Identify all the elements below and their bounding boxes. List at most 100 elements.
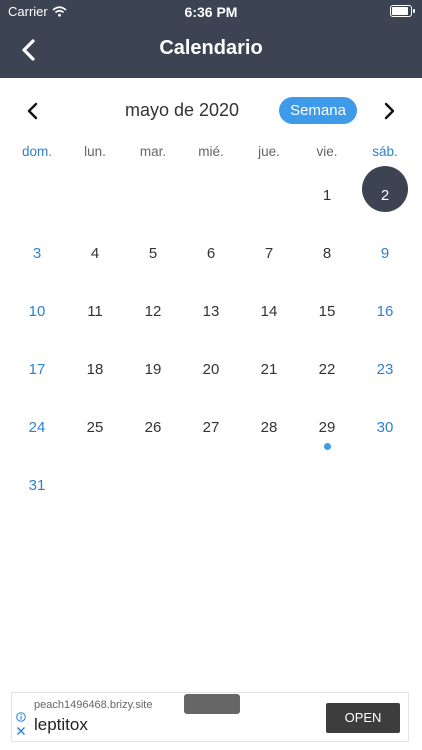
day-number: 30 — [376, 418, 394, 436]
day-number: 20 — [202, 360, 220, 378]
weekday-header: dom. lun. mar. mié. jue. vie. sáb. — [8, 144, 414, 159]
day-cell[interactable]: 23 — [356, 340, 414, 398]
empty-day-cell — [182, 166, 240, 224]
day-cell[interactable]: 25 — [66, 398, 124, 456]
empty-day-cell — [240, 166, 298, 224]
day-number: 22 — [318, 360, 336, 378]
next-month-icon[interactable] — [378, 100, 400, 122]
day-number: 2 — [380, 186, 390, 204]
day-number: 28 — [260, 418, 278, 436]
day-number: 21 — [260, 360, 278, 378]
prev-month-icon[interactable] — [22, 100, 44, 122]
weekday-label: sáb. — [372, 144, 398, 159]
day-cell[interactable]: 9 — [356, 224, 414, 282]
day-number: 26 — [144, 418, 162, 436]
day-cell[interactable]: 18 — [66, 340, 124, 398]
empty-day-cell — [66, 166, 124, 224]
day-cell[interactable]: 24 — [8, 398, 66, 456]
weekday-label: dom. — [21, 144, 52, 159]
calendar-grid: 1 2 3 4 5 6 7 8 9 10 11 12 13 14 15 16 17 18 19 20 21 22 23 24 2… — [8, 166, 414, 514]
day-number: 24 — [28, 418, 46, 436]
day-cell[interactable]: 10 — [8, 282, 66, 340]
ad-title: leptitox — [34, 715, 88, 734]
ad-banner[interactable]: peach1496468.brizy.site leptitox OPEN — [11, 692, 409, 742]
info-icon[interactable] — [16, 712, 26, 722]
day-cell[interactable]: 8 — [298, 224, 356, 282]
day-cell[interactable]: 14 — [240, 282, 298, 340]
day-cell[interactable]: 4 — [66, 224, 124, 282]
month-label: mayo de 2020 — [124, 100, 240, 120]
status-time: 6:36 PM — [184, 4, 238, 20]
day-number: 6 — [206, 244, 216, 262]
day-number: 8 — [322, 244, 332, 262]
day-cell[interactable]: 3 — [8, 224, 66, 282]
day-cell[interactable]: 1 — [298, 166, 356, 224]
app-header: Carrier 6:36 PM Calendario — [0, 0, 422, 78]
day-cell[interactable]: 17 — [8, 340, 66, 398]
empty-day-cell — [8, 166, 66, 224]
ad-open-button[interactable]: OPEN — [326, 703, 400, 733]
empty-day-cell — [124, 166, 182, 224]
day-number: 25 — [86, 418, 104, 436]
weekday-label: mié. — [198, 144, 224, 159]
day-number: 10 — [28, 302, 46, 320]
weekday-label: lun. — [84, 144, 106, 159]
day-cell[interactable]: 22 — [298, 340, 356, 398]
page-title: Calendario — [159, 37, 263, 59]
day-number: 5 — [148, 244, 158, 262]
day-number: 3 — [32, 244, 42, 262]
close-icon[interactable] — [16, 726, 26, 736]
day-cell[interactable]: 15 — [298, 282, 356, 340]
weekday-label: jue. — [258, 144, 280, 159]
day-cell[interactable]: 16 — [356, 282, 414, 340]
day-number: 14 — [260, 302, 278, 320]
day-cell[interactable]: 2 — [356, 166, 414, 224]
day-cell[interactable]: 7 — [240, 224, 298, 282]
day-cell[interactable]: 29 — [298, 398, 356, 456]
status-bar: Carrier 6:36 PM — [0, 0, 422, 22]
day-number: 7 — [264, 244, 274, 262]
empty-day-cell — [182, 456, 240, 514]
empty-day-cell — [66, 456, 124, 514]
empty-day-cell — [124, 456, 182, 514]
day-number: 18 — [86, 360, 104, 378]
weekday-label: mar. — [139, 144, 167, 159]
day-cell[interactable]: 28 — [240, 398, 298, 456]
day-cell[interactable]: 12 — [124, 282, 182, 340]
empty-day-cell — [298, 456, 356, 514]
day-number: 17 — [28, 360, 46, 378]
day-number: 13 — [202, 302, 220, 320]
day-cell[interactable]: 13 — [182, 282, 240, 340]
ad-url: peach1496468.brizy.site — [34, 699, 153, 711]
battery-icon — [390, 5, 415, 17]
day-number: 12 — [144, 302, 162, 320]
empty-day-cell — [240, 456, 298, 514]
day-number: 16 — [376, 302, 394, 320]
day-number: 27 — [202, 418, 220, 436]
day-cell[interactable]: 19 — [124, 340, 182, 398]
event-dot — [323, 443, 331, 450]
day-cell[interactable]: 21 — [240, 340, 298, 398]
week-view-button[interactable]: Semana — [279, 97, 357, 124]
month-navigation: mayo de 2020 Semana — [0, 96, 422, 126]
empty-day-cell — [356, 456, 414, 514]
day-cell[interactable]: 27 — [182, 398, 240, 456]
day-cell[interactable]: 11 — [66, 282, 124, 340]
day-number: 4 — [90, 244, 100, 262]
day-number: 15 — [318, 302, 336, 320]
day-cell[interactable]: 31 — [8, 456, 66, 514]
day-number: 19 — [144, 360, 162, 378]
day-number: 1 — [322, 186, 332, 204]
ad-handle — [184, 694, 240, 714]
day-cell[interactable]: 5 — [124, 224, 182, 282]
day-cell[interactable]: 30 — [356, 398, 414, 456]
day-number: 11 — [87, 302, 103, 320]
day-number: 29 — [318, 418, 336, 436]
day-number: 9 — [380, 244, 390, 262]
day-cell[interactable]: 20 — [182, 340, 240, 398]
day-number: 31 — [28, 476, 46, 494]
day-cell[interactable]: 26 — [124, 398, 182, 456]
weekday-label: vie. — [316, 144, 338, 159]
day-cell[interactable]: 6 — [182, 224, 240, 282]
day-number: 23 — [376, 360, 394, 378]
